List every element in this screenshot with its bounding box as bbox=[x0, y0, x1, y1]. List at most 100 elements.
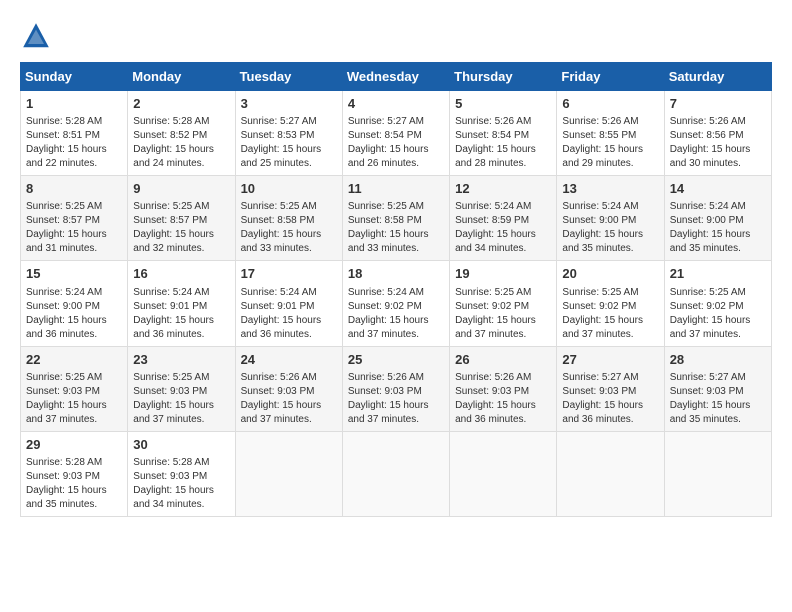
day-number: 18 bbox=[348, 265, 444, 283]
day-info: Sunrise: 5:26 AM bbox=[455, 371, 551, 385]
calendar-cell: 4 Sunrise: 5:27 AMSunset: 8:54 PMDaylight… bbox=[342, 91, 449, 176]
day-info: Sunset: 9:00 PM bbox=[670, 214, 766, 228]
day-info: Sunset: 8:58 PM bbox=[241, 214, 337, 228]
day-info: Sunrise: 5:25 AM bbox=[133, 200, 229, 214]
day-number: 16 bbox=[133, 265, 229, 283]
day-info: Sunset: 8:54 PM bbox=[455, 129, 551, 143]
calendar-cell: 29Sunrise: 5:28 AMSunset: 9:03 PMDayligh… bbox=[21, 431, 128, 516]
calendar-cell: 27Sunrise: 5:27 AMSunset: 9:03 PMDayligh… bbox=[557, 346, 664, 431]
calendar-cell: 15Sunrise: 5:24 AMSunset: 9:00 PMDayligh… bbox=[21, 261, 128, 346]
day-number: 13 bbox=[562, 180, 658, 198]
day-number: 9 bbox=[133, 180, 229, 198]
day-info: Sunrise: 5:28 AM bbox=[133, 115, 229, 129]
day-info: Sunrise: 5:24 AM bbox=[455, 200, 551, 214]
day-info: Sunset: 9:02 PM bbox=[455, 300, 551, 314]
day-info: Sunset: 9:02 PM bbox=[348, 300, 444, 314]
calendar-cell: 9 Sunrise: 5:25 AMSunset: 8:57 PMDaylight… bbox=[128, 176, 235, 261]
day-info: and 33 minutes. bbox=[241, 242, 337, 256]
day-info: Sunset: 8:57 PM bbox=[133, 214, 229, 228]
day-info: Daylight: 15 hours bbox=[26, 143, 122, 157]
day-info: and 37 minutes. bbox=[348, 328, 444, 342]
day-info: Sunset: 9:02 PM bbox=[670, 300, 766, 314]
weekday-header: Friday bbox=[557, 63, 664, 91]
day-info: Daylight: 15 hours bbox=[348, 228, 444, 242]
day-info: Sunset: 9:03 PM bbox=[26, 385, 122, 399]
day-info: Sunrise: 5:26 AM bbox=[241, 371, 337, 385]
day-info: Sunrise: 5:24 AM bbox=[133, 286, 229, 300]
day-number: 25 bbox=[348, 351, 444, 369]
day-info: and 37 minutes. bbox=[241, 413, 337, 427]
calendar-cell: 18Sunrise: 5:24 AMSunset: 9:02 PMDayligh… bbox=[342, 261, 449, 346]
day-info: Daylight: 15 hours bbox=[670, 399, 766, 413]
calendar-cell: 19Sunrise: 5:25 AMSunset: 9:02 PMDayligh… bbox=[450, 261, 557, 346]
calendar-week-row: 29Sunrise: 5:28 AMSunset: 9:03 PMDayligh… bbox=[21, 431, 772, 516]
day-info: Sunset: 9:03 PM bbox=[455, 385, 551, 399]
day-info: and 37 minutes. bbox=[562, 328, 658, 342]
day-info: Daylight: 15 hours bbox=[133, 143, 229, 157]
calendar-cell: 17Sunrise: 5:24 AMSunset: 9:01 PMDayligh… bbox=[235, 261, 342, 346]
weekday-header: Tuesday bbox=[235, 63, 342, 91]
day-info: Sunrise: 5:28 AM bbox=[26, 115, 122, 129]
day-number: 1 bbox=[26, 95, 122, 113]
calendar-cell: 22Sunrise: 5:25 AMSunset: 9:03 PMDayligh… bbox=[21, 346, 128, 431]
day-info: and 34 minutes. bbox=[455, 242, 551, 256]
day-info: Daylight: 15 hours bbox=[348, 143, 444, 157]
calendar-cell: 30Sunrise: 5:28 AMSunset: 9:03 PMDayligh… bbox=[128, 431, 235, 516]
day-info: Daylight: 15 hours bbox=[562, 399, 658, 413]
day-info: Daylight: 15 hours bbox=[348, 314, 444, 328]
calendar-cell: 11Sunrise: 5:25 AMSunset: 8:58 PMDayligh… bbox=[342, 176, 449, 261]
day-info: Sunset: 9:00 PM bbox=[26, 300, 122, 314]
logo-icon bbox=[20, 20, 52, 52]
day-info: Sunrise: 5:26 AM bbox=[455, 115, 551, 129]
day-info: Sunrise: 5:25 AM bbox=[133, 371, 229, 385]
weekday-header: Saturday bbox=[664, 63, 771, 91]
day-info: and 29 minutes. bbox=[562, 157, 658, 171]
day-info: Sunset: 8:54 PM bbox=[348, 129, 444, 143]
day-info: Sunrise: 5:25 AM bbox=[241, 200, 337, 214]
day-number: 4 bbox=[348, 95, 444, 113]
calendar-week-row: 1Sunrise: 5:28 AMSunset: 8:51 PMDaylight… bbox=[21, 91, 772, 176]
day-info: Sunrise: 5:26 AM bbox=[670, 115, 766, 129]
day-info: Daylight: 15 hours bbox=[133, 399, 229, 413]
day-number: 19 bbox=[455, 265, 551, 283]
day-info: Sunrise: 5:24 AM bbox=[241, 286, 337, 300]
weekday-header: Monday bbox=[128, 63, 235, 91]
day-info: Sunset: 9:03 PM bbox=[26, 470, 122, 484]
day-info: Daylight: 15 hours bbox=[133, 484, 229, 498]
calendar-cell: 26Sunrise: 5:26 AMSunset: 9:03 PMDayligh… bbox=[450, 346, 557, 431]
day-info: and 24 minutes. bbox=[133, 157, 229, 171]
calendar-cell bbox=[235, 431, 342, 516]
calendar-week-row: 15 Sunrise: 5:24 AM Sunset: 9:00 PM Dayligh… bbox=[21, 261, 772, 346]
day-info: and 28 minutes. bbox=[455, 157, 551, 171]
day-number: 15 bbox=[26, 265, 122, 283]
day-info: and 36 minutes. bbox=[241, 328, 337, 342]
day-info: Sunset: 9:03 PM bbox=[562, 385, 658, 399]
day-info: Sunset: 8:58 PM bbox=[348, 214, 444, 228]
day-number: 23 bbox=[133, 351, 229, 369]
calendar-cell: 21Sunrise: 5:25 AMSunset: 9:02 PMDayligh… bbox=[664, 261, 771, 346]
day-info: Daylight: 15 hours bbox=[670, 143, 766, 157]
calendar-cell: 7Sunrise: 5:26 AMSunset: 8:56 PMDaylight… bbox=[664, 91, 771, 176]
day-info: Daylight: 15 hours bbox=[670, 314, 766, 328]
day-info: and 35 minutes. bbox=[670, 413, 766, 427]
calendar-cell bbox=[342, 431, 449, 516]
calendar-cell: 25Sunrise: 5:26 AMSunset: 9:03 PMDayligh… bbox=[342, 346, 449, 431]
day-info: and 35 minutes. bbox=[562, 242, 658, 256]
day-number: 22 bbox=[26, 351, 122, 369]
day-number: 28 bbox=[670, 351, 766, 369]
day-info: Sunrise: 5:25 AM bbox=[348, 200, 444, 214]
day-info: and 36 minutes. bbox=[562, 413, 658, 427]
day-info: Daylight: 15 hours bbox=[455, 143, 551, 157]
header-area bbox=[20, 20, 772, 52]
day-info: Sunrise: 5:27 AM bbox=[348, 115, 444, 129]
day-number: 7 bbox=[670, 95, 766, 113]
day-info: Sunset: 8:52 PM bbox=[133, 129, 229, 143]
day-info: Daylight: 15 hours bbox=[133, 228, 229, 242]
day-info: and 30 minutes. bbox=[670, 157, 766, 171]
calendar-cell: 6Sunrise: 5:26 AMSunset: 8:55 PMDaylight… bbox=[557, 91, 664, 176]
day-info: and 37 minutes. bbox=[348, 413, 444, 427]
day-info: Sunrise: 5:25 AM bbox=[26, 200, 122, 214]
day-number: 10 bbox=[241, 180, 337, 198]
day-info: Sunrise: 5:24 AM bbox=[670, 200, 766, 214]
day-info: and 35 minutes. bbox=[670, 242, 766, 256]
